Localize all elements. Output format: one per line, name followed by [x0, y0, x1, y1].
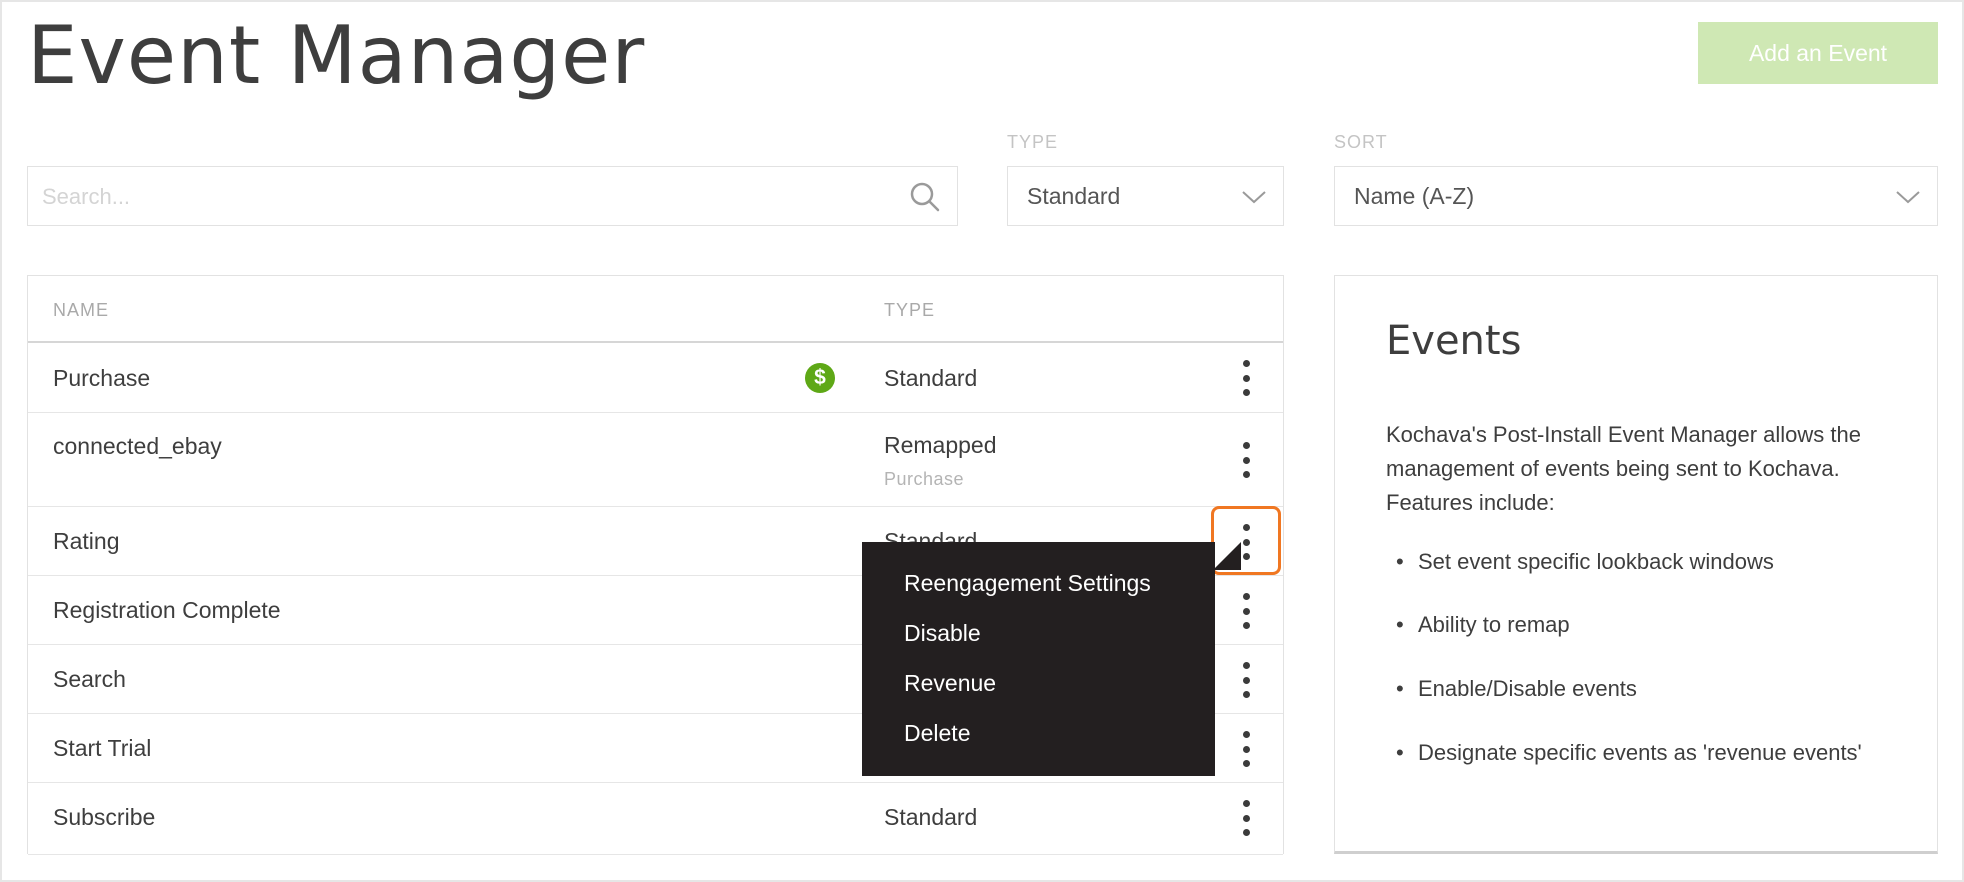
menu-item-disable[interactable]: Disable [904, 620, 981, 647]
menu-item-delete[interactable]: Delete [904, 720, 970, 747]
event-subtype: Purchase [884, 469, 965, 489]
event-type: Standard [884, 365, 978, 391]
more-options-icon[interactable] [1238, 360, 1254, 396]
menu-item-revenue[interactable]: Revenue [904, 670, 996, 697]
search-input[interactable]: Search... [27, 166, 958, 226]
info-panel-title: Events [1386, 318, 1522, 364]
sort-filter-value: Name (A-Z) [1354, 183, 1475, 209]
page-title: Event Manager [27, 9, 646, 102]
sort-filter-select[interactable]: Name (A-Z) [1334, 166, 1938, 226]
event-name: connected_ebay [53, 433, 222, 459]
context-menu: Reengagement Settings Disable Revenue De… [862, 542, 1215, 776]
type-filter-label: TYPE [1007, 132, 1059, 152]
more-options-icon[interactable] [1238, 800, 1254, 836]
chevron-down-icon [1242, 191, 1266, 204]
type-filter-value: Standard [1027, 183, 1121, 209]
table-header: NAME TYPE [28, 276, 1283, 343]
revenue-dollar-icon: $ [805, 363, 835, 393]
event-name: Start Trial [53, 735, 152, 761]
sort-filter-label: SORT [1334, 132, 1388, 152]
column-header-type: TYPE [884, 300, 936, 320]
search-icon[interactable] [909, 181, 941, 213]
feature-bullet: Set event specific lookback windows [1386, 545, 1906, 579]
event-type: Remapped [884, 432, 997, 458]
column-header-name: NAME [53, 300, 110, 320]
chevron-down-icon [1896, 191, 1920, 204]
event-name: Search [53, 666, 126, 692]
event-name: Rating [53, 528, 120, 554]
event-type: Standard [884, 804, 978, 830]
more-options-icon[interactable] [1238, 442, 1254, 478]
more-options-icon[interactable] [1238, 731, 1254, 767]
event-name: Subscribe [53, 804, 156, 830]
type-filter-select[interactable]: Standard [1007, 166, 1284, 226]
event-name: Purchase [53, 365, 151, 391]
add-event-button[interactable]: Add an Event [1698, 22, 1938, 84]
feature-bullet: Enable/Disable events [1386, 672, 1906, 706]
more-options-icon[interactable] [1238, 662, 1254, 698]
feature-bullet: Designate specific events as 'revenue ev… [1386, 736, 1906, 770]
event-name: Registration Complete [53, 597, 281, 623]
search-placeholder: Search... [42, 184, 131, 209]
table-row[interactable]: connected_ebay Remapped Purchase [28, 413, 1283, 507]
info-panel: Events Kochava's Post-Install Event Mana… [1334, 275, 1938, 854]
menu-item-reengagement-settings[interactable]: Reengagement Settings [904, 570, 1151, 597]
feature-bullet: Ability to remap [1386, 608, 1906, 642]
table-row[interactable]: Purchase $ Standard [28, 343, 1283, 413]
more-options-icon[interactable] [1238, 593, 1254, 629]
table-row[interactable]: Subscribe Standard [28, 783, 1283, 855]
info-panel-description: Kochava's Post-Install Event Manager all… [1386, 422, 1861, 515]
context-menu-pointer [1213, 542, 1241, 570]
